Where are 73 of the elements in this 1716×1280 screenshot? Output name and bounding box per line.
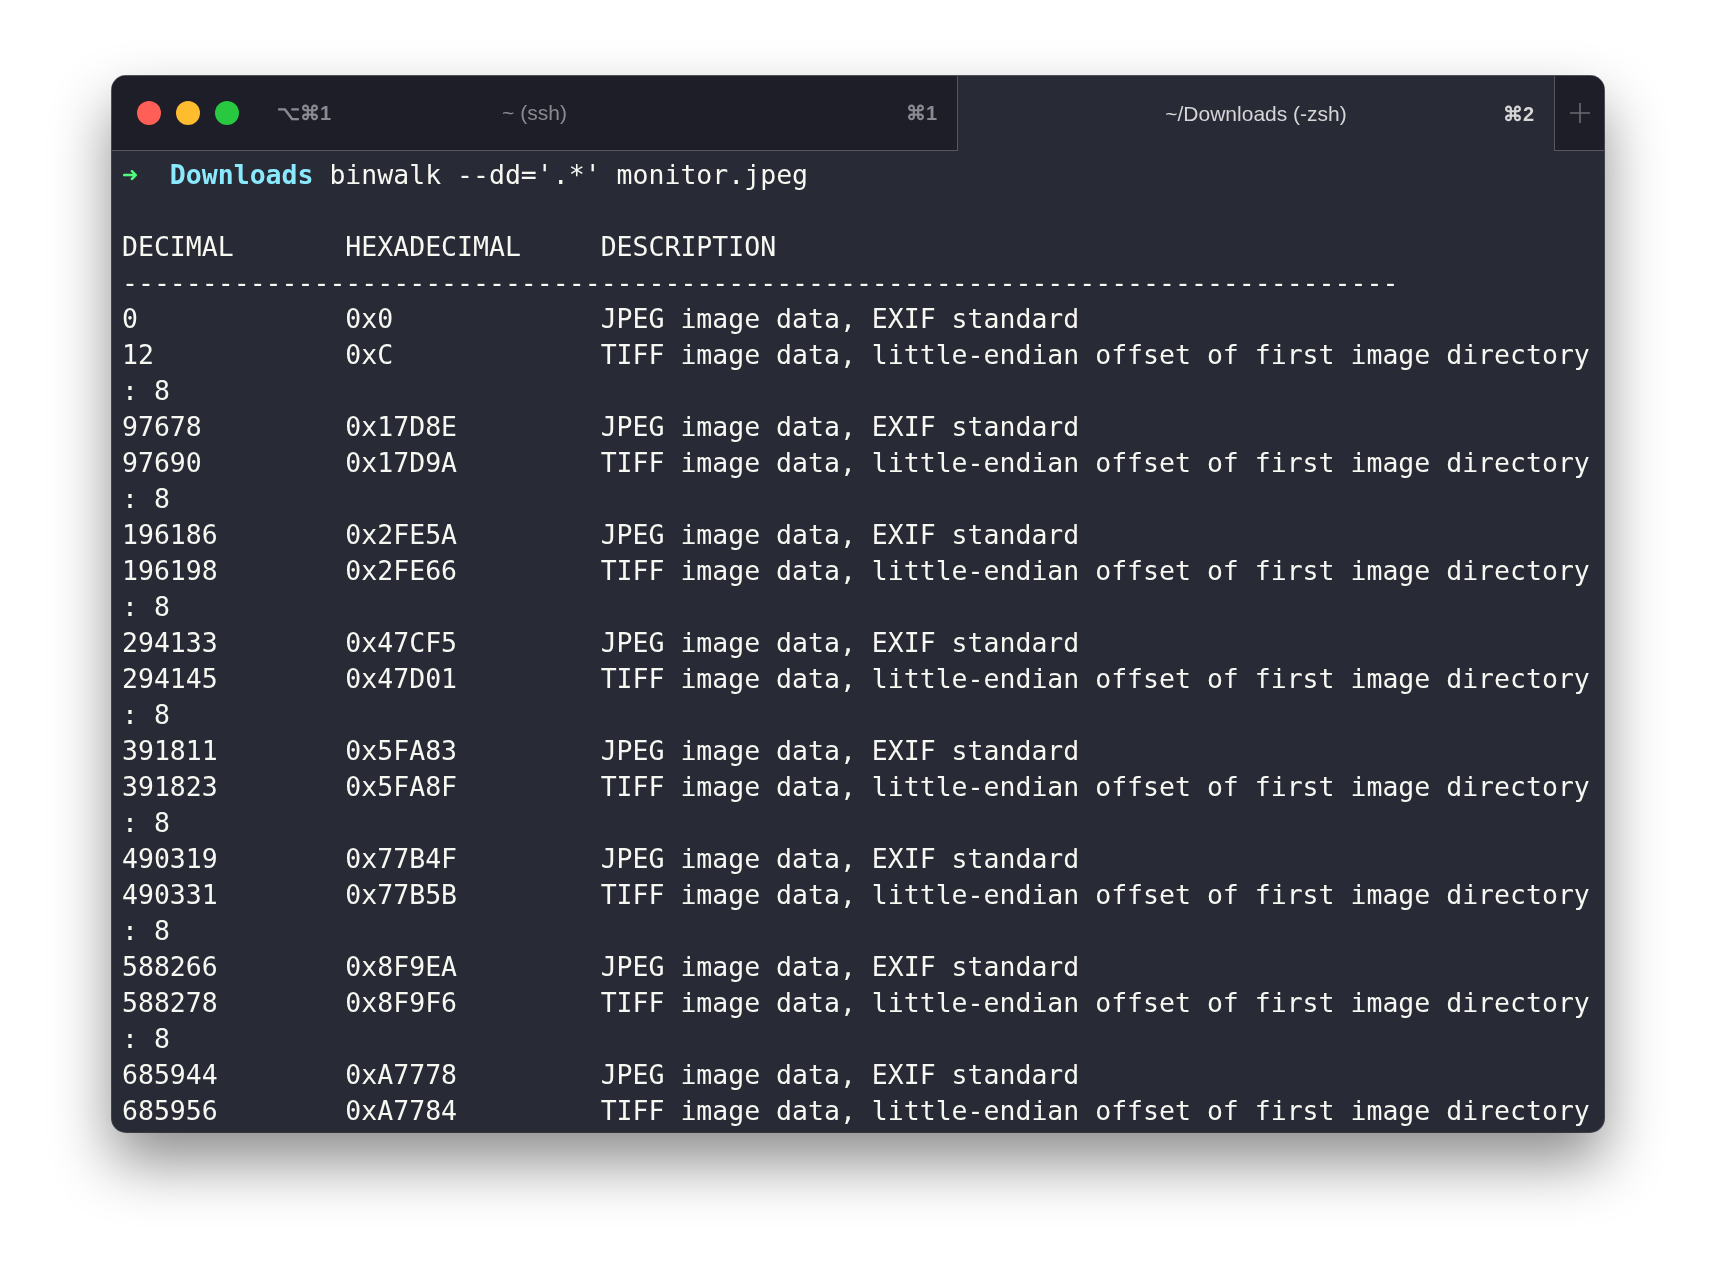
hex-value: 0x8F9F6: [345, 987, 458, 1018]
column-header: HEXADECIMAL: [345, 231, 521, 262]
maximize-button[interactable]: [215, 101, 239, 125]
hex-value: 0x2FE5A: [345, 519, 458, 550]
prompt-arrow: ➜: [122, 158, 139, 192]
hex-value: 0x77B5B: [345, 879, 458, 910]
column-header: DESCRIPTION: [600, 231, 777, 262]
decimal-value: 588266: [122, 951, 218, 982]
tab-title: ~ (ssh): [502, 101, 567, 125]
decimal-value: 196198: [122, 555, 218, 586]
hex-value: 0xA7778: [345, 1059, 458, 1090]
description-text: TIFF image data, little-endian offset of first image directory: [600, 663, 1590, 694]
window-hotkey: ⌥⌘1: [277, 101, 332, 125]
tab-shortcut: ⌘2: [1502, 101, 1534, 126]
decimal-value: 685944: [122, 1059, 218, 1090]
hex-value: 0x47CF5: [345, 627, 458, 658]
description-text: TIFF image data, little-endian offset of first image directory: [600, 339, 1590, 370]
decimal-value: 294133: [122, 627, 218, 658]
wrapped-text: : 8: [122, 914, 170, 948]
decimal-value: 0: [122, 303, 138, 334]
hex-value: 0x17D8E: [345, 411, 458, 442]
description-text: TIFF image data, little-endian offset of first image directory: [600, 447, 1590, 478]
hex-value: 0xC: [345, 339, 394, 370]
description-text: JPEG image data, EXIF standard: [600, 843, 1080, 874]
decimal-value: 685956: [122, 1095, 218, 1126]
tab-shortcut: ⌘1: [905, 101, 937, 125]
decimal-value: 588278: [122, 987, 218, 1018]
hex-value: 0x0: [345, 303, 394, 334]
description-text: JPEG image data, EXIF standard: [600, 951, 1080, 982]
prompt-directory: Downloads: [169, 158, 314, 192]
column-header: DECIMAL: [122, 231, 234, 262]
decimal-value: 97678: [122, 411, 202, 442]
description-text: TIFF image data, little-endian offset of first image directory: [600, 987, 1590, 1018]
decimal-value: 391823: [122, 771, 218, 802]
description-text: TIFF image data, little-endian offset of first image directory: [600, 1095, 1590, 1126]
wrapped-text: : 8: [122, 806, 170, 840]
hex-value: 0xA7784: [345, 1095, 458, 1126]
hex-value: 0x5FA83: [345, 735, 458, 766]
description-text: JPEG image data, EXIF standard: [600, 303, 1080, 334]
decimal-value: 196186: [122, 519, 218, 550]
description-text: TIFF image data, little-endian offset of first image directory: [600, 771, 1590, 802]
tab-title: ~/Downloads (-zsh): [1165, 101, 1347, 126]
wrapped-text: : 8: [122, 482, 170, 516]
hex-value: 0x8F9EA: [345, 951, 458, 982]
description-text: JPEG image data, EXIF standard: [600, 1059, 1080, 1090]
decimal-value: 490331: [122, 879, 218, 910]
wrapped-text: : 8: [122, 374, 170, 408]
decimal-value: 97690: [122, 447, 202, 478]
decimal-value: 391811: [122, 735, 218, 766]
tab[interactable]: ⌥⌘1 ~ (ssh) ⌘1: [112, 76, 958, 151]
description-text: TIFF image data, little-endian offset of first image directory: [600, 555, 1590, 586]
command-text: binwalk --dd='.*' monitor.jpeg: [329, 158, 809, 192]
decimal-value: 294145: [122, 663, 218, 694]
description-text: TIFF image data, little-endian offset of first image directory: [600, 879, 1590, 910]
description-text: JPEG image data, EXIF standard: [600, 519, 1080, 550]
hex-value: 0x47D01: [345, 663, 458, 694]
minimize-button[interactable]: [176, 101, 200, 125]
close-button[interactable]: [137, 101, 161, 125]
decimal-value: 12: [122, 339, 154, 370]
hex-value: 0x77B4F: [345, 843, 458, 874]
plus-icon: [1568, 102, 1591, 124]
hex-value: 0x17D9A: [345, 447, 458, 478]
wrapped-text: : 8: [122, 698, 170, 732]
hex-value: 0x5FA8F: [345, 771, 458, 802]
tab[interactable]: ~/Downloads (-zsh) ⌘2: [958, 76, 1555, 151]
description-text: JPEG image data, EXIF standard: [600, 411, 1080, 442]
description-text: JPEG image data, EXIF standard: [600, 627, 1080, 658]
wrapped-text: : 8: [122, 1022, 170, 1056]
description-text: JPEG image data, EXIF standard: [600, 735, 1080, 766]
separator-rule: --------------------------------------------------------------------------------: [122, 266, 1399, 300]
wrapped-text: : 8: [122, 590, 170, 624]
decimal-value: 490319: [122, 843, 218, 874]
hex-value: 0x2FE66: [345, 555, 458, 586]
